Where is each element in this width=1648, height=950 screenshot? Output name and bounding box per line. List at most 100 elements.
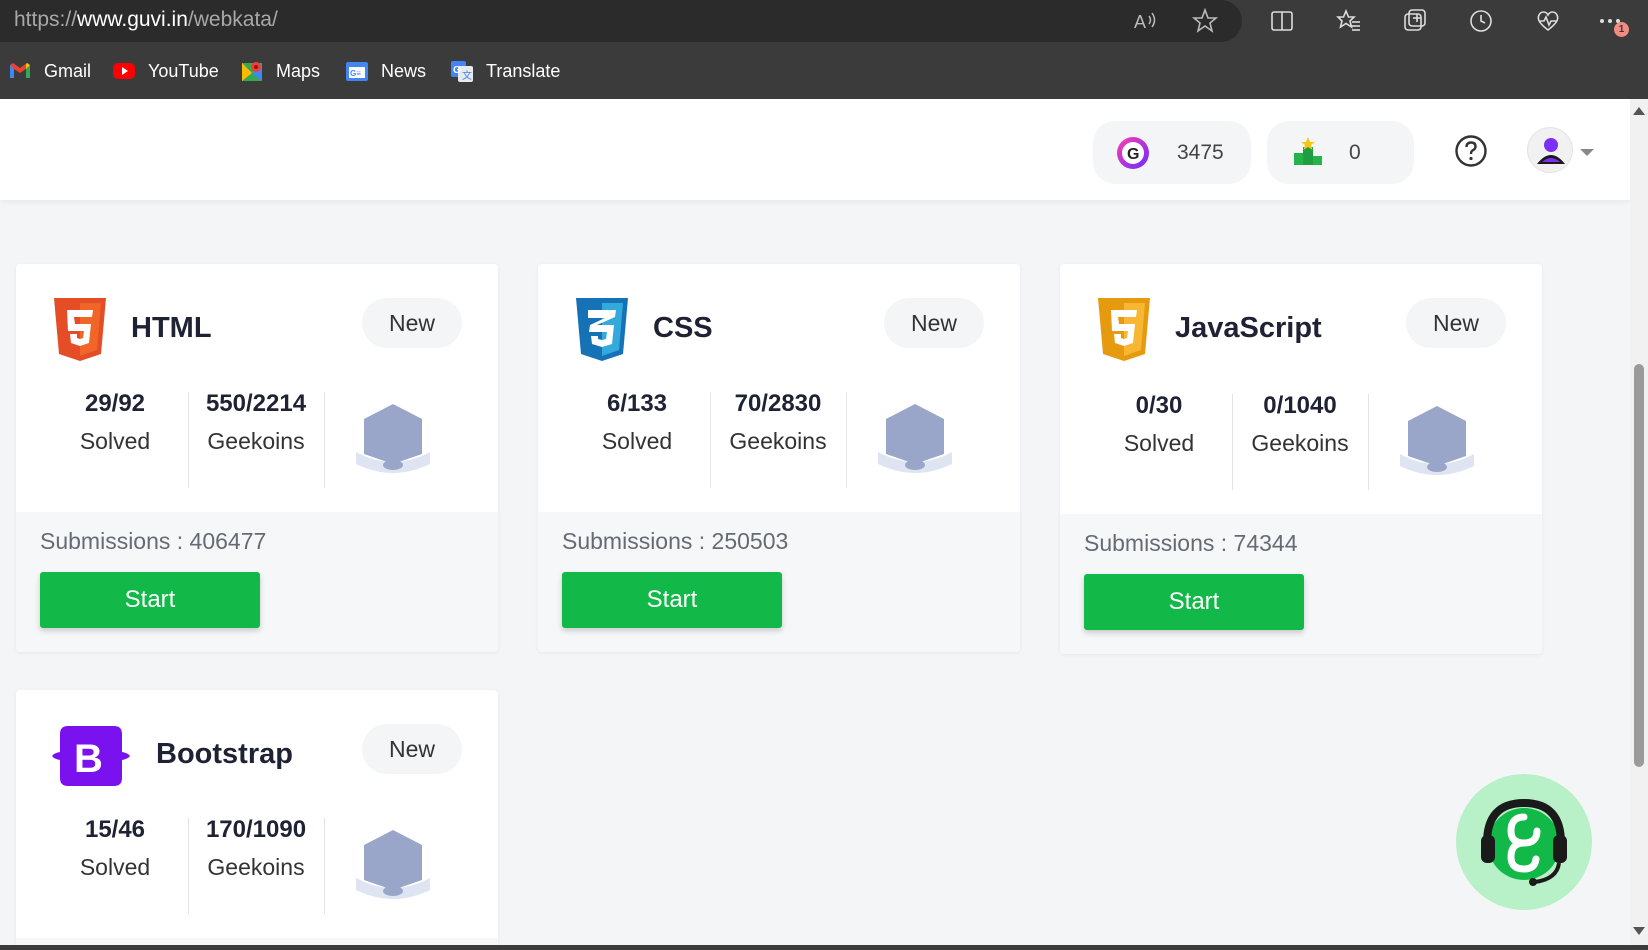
- solved-stat: 0/30 Solved: [1094, 388, 1224, 462]
- history-icon[interactable]: [1464, 4, 1498, 38]
- bookmark-label: News: [381, 60, 427, 81]
- geekoins-stat: 550/2214 Geekoins: [188, 386, 324, 460]
- collections-icon[interactable]: [1398, 4, 1432, 38]
- svg-text:文: 文: [462, 69, 472, 82]
- bookmark-translate[interactable]: G文 Translate: [450, 57, 560, 85]
- url-host: www.guvi.in: [77, 8, 188, 31]
- read-aloud-icon[interactable]: A: [1128, 4, 1162, 38]
- bootstrap-icon: B: [52, 726, 130, 786]
- bookmark-gmail[interactable]: Gmail: [8, 57, 91, 85]
- solved-count: 29/92: [84, 390, 146, 417]
- svg-text:B: B: [74, 737, 103, 781]
- course-card-javascript[interactable]: JavaScript New 0/30 Solved 0/1040 Geekoi…: [1060, 264, 1542, 654]
- new-badge: New: [362, 298, 462, 348]
- course-title: Bootstrap: [156, 738, 293, 770]
- start-button[interactable]: Start: [40, 572, 260, 628]
- geekoins-label: Geekoins: [1251, 430, 1349, 456]
- badge-medal-icon: [878, 404, 952, 473]
- geekoin-icon: G: [1115, 135, 1151, 171]
- badge-medal-icon: [1400, 406, 1474, 475]
- card-footer: Submissions : 250503 Start: [538, 512, 1020, 652]
- geekoins-stat: 70/2830 Geekoins: [710, 386, 846, 460]
- geekoins-count: 3475: [1177, 140, 1224, 164]
- solved-label: Solved: [79, 428, 151, 454]
- bookmark-label: Gmail: [44, 60, 92, 81]
- stat-divider: [1368, 394, 1369, 490]
- svg-text:G≡: G≡: [350, 69, 361, 78]
- svg-text:A: A: [1134, 12, 1146, 32]
- site-header: G 3475 0: [0, 99, 1630, 200]
- translate-icon: G文: [450, 59, 474, 83]
- bookmarks-bar: Gmail YouTube Maps G≡ News G文 Translate: [0, 42, 1648, 99]
- scroll-up-icon[interactable]: [1633, 107, 1645, 115]
- geekoins-label: Geekoins: [729, 428, 827, 454]
- course-title: HTML: [131, 312, 212, 344]
- solved-count: 0/30: [1135, 392, 1183, 419]
- page-scrollbar[interactable]: [1630, 99, 1648, 945]
- address-bar-url[interactable]: https://www.guvi.in/webkata/: [14, 8, 278, 32]
- css3-icon: [576, 298, 628, 361]
- favorite-star-icon[interactable]: [1188, 4, 1222, 38]
- address-bar[interactable]: https://www.guvi.in/webkata/ A: [0, 0, 1242, 42]
- new-badge: New: [1406, 298, 1506, 348]
- geekoins-progress: 0/1040: [1263, 392, 1337, 419]
- rank-pill[interactable]: 0: [1267, 121, 1414, 184]
- news-icon: G≡: [345, 59, 369, 83]
- svg-text:G: G: [1127, 146, 1139, 163]
- course-card-bootstrap[interactable]: B Bootstrap New 15/46 Solved 170/1090 Ge…: [16, 690, 498, 945]
- scroll-down-icon[interactable]: [1633, 927, 1645, 935]
- user-avatar[interactable]: [1527, 127, 1573, 173]
- solved-stat: 15/46 Solved: [50, 812, 180, 886]
- browser-essentials-icon[interactable]: [1531, 4, 1565, 38]
- stat-divider: [324, 392, 325, 488]
- geekoins-label: Geekoins: [207, 854, 305, 880]
- maps-icon: [240, 59, 264, 83]
- more-menu-icon[interactable]: 1: [1594, 4, 1629, 38]
- url-scheme: https://: [14, 8, 78, 31]
- submissions-count: Submissions : 250503: [562, 528, 789, 554]
- course-title: JavaScript: [1175, 312, 1322, 344]
- split-screen-icon[interactable]: [1265, 4, 1299, 38]
- course-card-html[interactable]: HTML New 29/92 Solved 550/2214 Geekoins …: [16, 264, 498, 652]
- start-button[interactable]: Start: [562, 572, 782, 628]
- badge-medal-icon: [356, 404, 430, 473]
- window-bottom-border: [0, 945, 1648, 950]
- submissions-count: Submissions : 406477: [40, 528, 267, 554]
- stat-divider: [324, 818, 325, 914]
- course-card-css[interactable]: CSS New 6/133 Solved 70/2830 Geekoins Su…: [538, 264, 1020, 652]
- notification-badge: 1: [1614, 22, 1629, 37]
- help-icon[interactable]: [1454, 134, 1488, 168]
- bookmark-youtube[interactable]: YouTube: [112, 57, 219, 85]
- svg-text:G: G: [453, 65, 461, 76]
- solved-label: Solved: [1123, 430, 1195, 456]
- geekoins-progress: 70/2830: [734, 390, 822, 417]
- favorites-icon[interactable]: [1332, 4, 1366, 38]
- url-path: /webkata/: [187, 8, 278, 31]
- geekoins-label: Geekoins: [207, 428, 305, 454]
- course-title: CSS: [653, 312, 713, 344]
- new-badge: New: [884, 298, 984, 348]
- scrollbar-thumb[interactable]: [1634, 364, 1644, 767]
- browser-toolbar: https://www.guvi.in/webkata/ A 1: [0, 0, 1648, 42]
- card-footer: [16, 938, 498, 945]
- geekoins-progress: 550/2214: [205, 390, 307, 417]
- leaderboard-icon: [1291, 135, 1325, 169]
- rank-count: 0: [1349, 140, 1361, 164]
- javascript-icon: [1098, 298, 1150, 361]
- card-footer: Submissions : 74344 Start: [1060, 514, 1542, 654]
- geekoins-stat: 170/1090 Geekoins: [188, 812, 324, 886]
- geekoins-progress: 170/1090: [205, 816, 307, 843]
- bookmark-news[interactable]: G≡ News: [345, 57, 426, 85]
- geekoins-stat: 0/1040 Geekoins: [1232, 388, 1368, 462]
- youtube-icon: [112, 59, 136, 83]
- chevron-down-icon[interactable]: [1580, 149, 1594, 156]
- start-button[interactable]: Start: [1084, 574, 1304, 630]
- support-chat-button[interactable]: [1456, 774, 1592, 910]
- bookmark-label: Translate: [486, 60, 561, 81]
- bookmark-label: YouTube: [148, 60, 219, 81]
- page-viewport: G 3475 0 HTML New 29/92 Solved 550/2214 …: [0, 99, 1630, 945]
- bookmark-maps[interactable]: Maps: [240, 57, 320, 85]
- solved-count: 6/133: [606, 390, 668, 417]
- geekoins-pill[interactable]: G 3475: [1093, 121, 1251, 184]
- card-footer: Submissions : 406477 Start: [16, 512, 498, 652]
